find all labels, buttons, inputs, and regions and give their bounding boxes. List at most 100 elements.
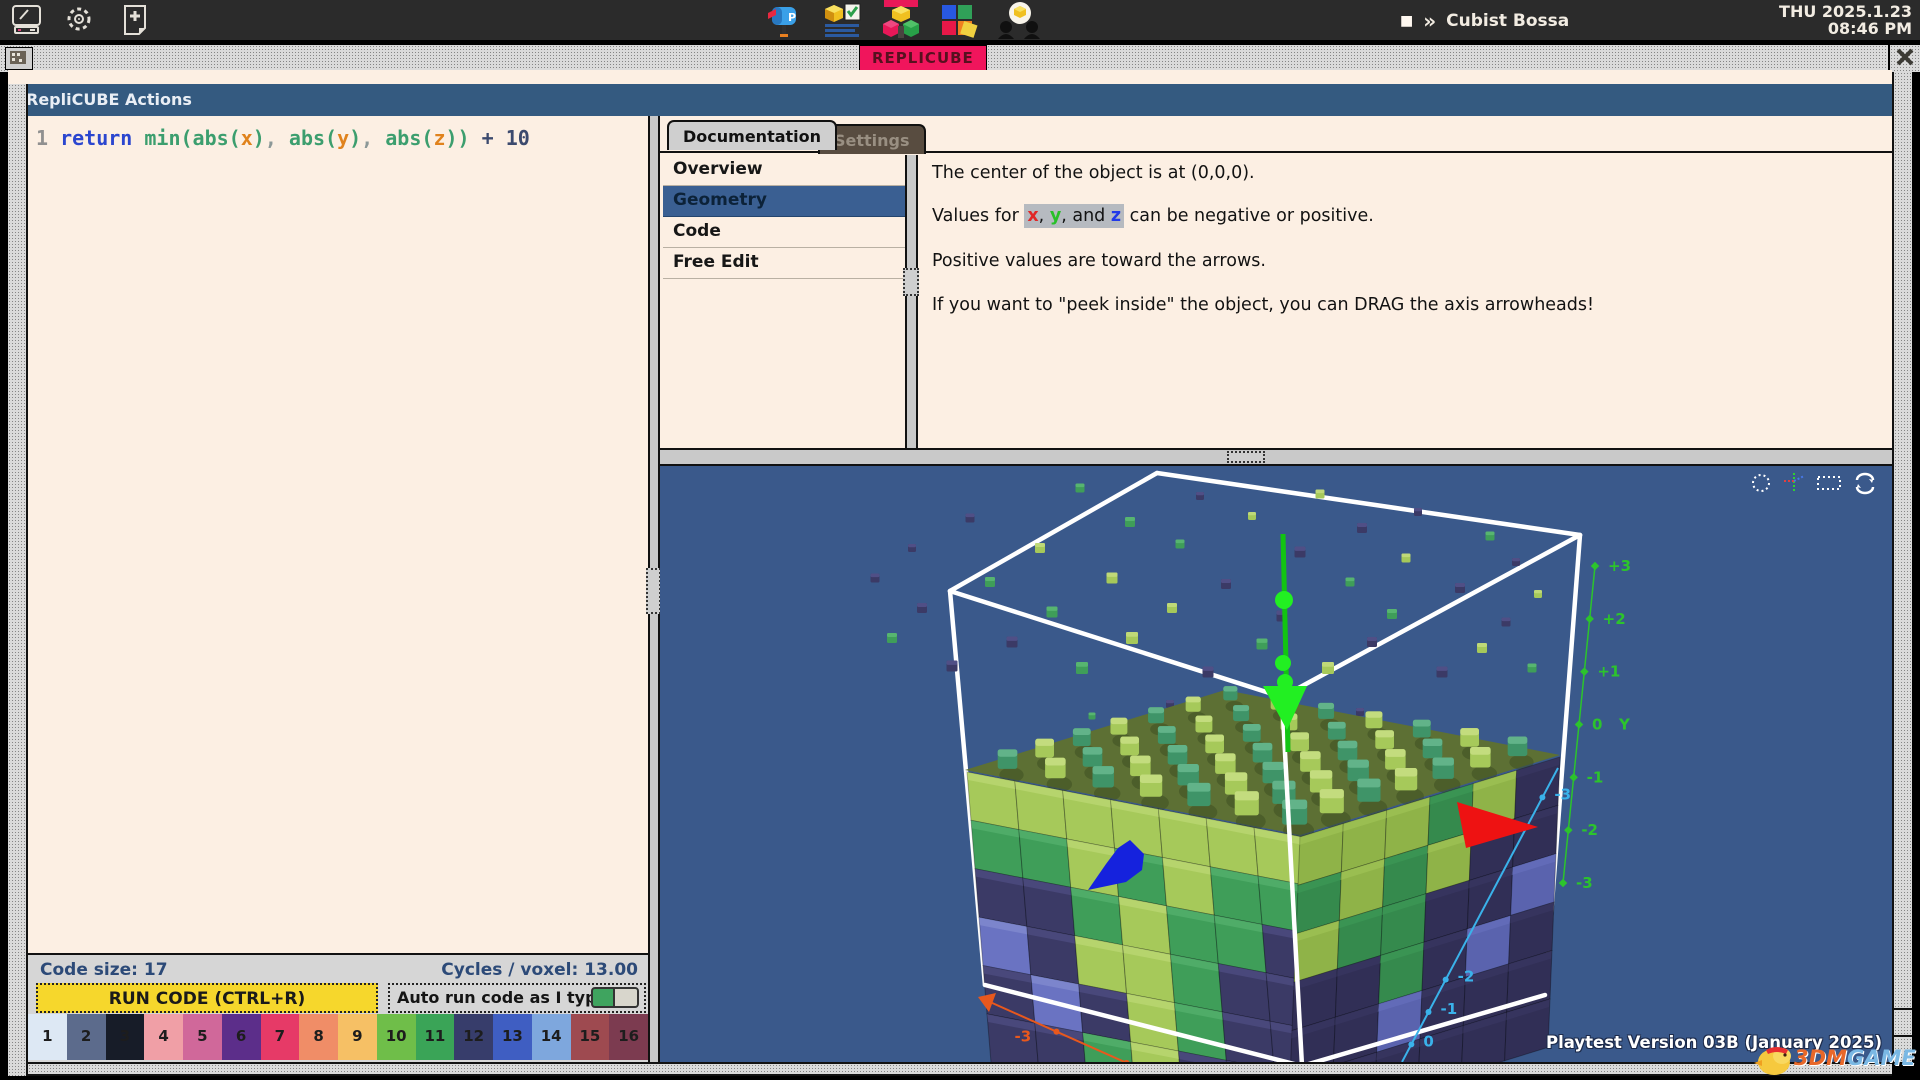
palette-swatch[interactable]: 14: [532, 1014, 571, 1060]
palette-swatch-number: 6: [222, 1027, 261, 1045]
task-cube-icon[interactable]: [820, 1, 864, 43]
doc-paragraph-3: Positive values are toward the arrows.: [932, 251, 1266, 271]
voxel-cube: [965, 686, 1560, 1062]
svg-text:-3: -3: [1576, 874, 1593, 892]
sidebar-item-free-edit[interactable]: Free Edit: [663, 248, 905, 279]
close-icon: [1890, 45, 1920, 70]
palette-swatch-number: 2: [67, 1027, 106, 1045]
line-number: 1: [36, 126, 48, 150]
autorun-toggle[interactable]: [591, 987, 639, 1008]
palette-swatch[interactable]: 16: [609, 1014, 648, 1060]
stop-icon[interactable]: ■: [1400, 13, 1413, 29]
code-line[interactable]: 1 return min(abs(x), abs(y), abs(z)) + 1…: [36, 126, 530, 150]
svg-text:0: 0: [1592, 716, 1602, 734]
orbit-view-icon[interactable]: [1749, 471, 1773, 495]
palette-swatch-number: 16: [609, 1027, 648, 1045]
watermark: 3DMGAME: [1752, 1038, 1917, 1078]
tab-documentation[interactable]: Documentation: [667, 120, 837, 150]
code-editor[interactable]: 1 return min(abs(x), abs(y), abs(z)) + 1…: [28, 116, 648, 953]
palette-swatch[interactable]: 6: [222, 1014, 261, 1060]
gear-icon[interactable]: [62, 4, 96, 40]
palette-swatch[interactable]: 8: [299, 1014, 338, 1060]
svg-text:Y: Y: [1618, 716, 1631, 734]
display-icon[interactable]: [10, 4, 44, 40]
reset-view-icon[interactable]: [1852, 471, 1878, 495]
left-scroll-strip[interactable]: [8, 84, 28, 1076]
palette-swatch-number: 7: [261, 1027, 300, 1045]
new-file-icon[interactable]: [118, 4, 152, 40]
palette-swatch[interactable]: 10: [377, 1014, 416, 1060]
clock-date: THU 2025.1.23: [1779, 3, 1912, 20]
autorun-group: Auto run code as I type: [388, 983, 646, 1013]
window-top-gap: [8, 70, 1892, 84]
panel-title: RepliCUBE Actions: [26, 90, 192, 109]
palette-swatch-number: 12: [454, 1027, 493, 1045]
doc-paragraph-4: If you want to "peek inside" the object,…: [932, 295, 1594, 315]
bounds-icon[interactable]: [1815, 471, 1843, 495]
sidebar-item-geometry[interactable]: Geometry: [663, 186, 905, 217]
toggle-knob: [613, 989, 637, 1006]
bottom-scroll-strip[interactable]: [28, 1062, 1892, 1076]
sidebar-item-overview[interactable]: Overview: [663, 155, 905, 186]
sidebar-item-code[interactable]: Code: [663, 217, 905, 248]
palette-swatch-number: 10: [377, 1027, 416, 1045]
system-bar: P ■ » Cubist Bossa THU 2025.1.23 08:46 P…: [0, 0, 1920, 40]
voxel-viewport[interactable]: +3+2+10Y-1-2-3-3-2-10-3-2 Playtest Versi…: [660, 466, 1892, 1062]
watermark-3dm: 3DM: [1794, 1046, 1847, 1070]
color-palette: 12345678910111213141516: [28, 1014, 648, 1060]
palette-swatch-number: 8: [299, 1027, 338, 1045]
clock-time: 08:46 PM: [1779, 20, 1912, 37]
viewport-toolbar: [1749, 471, 1878, 495]
close-button[interactable]: [1888, 45, 1920, 70]
cycles-label: Cycles / voxel: 13.00: [441, 960, 638, 980]
svg-text:+3: +3: [1608, 557, 1631, 575]
replicube-cubes-icon[interactable]: [878, 0, 924, 44]
svg-text:-2: -2: [1581, 821, 1598, 839]
palette-swatch-number: 4: [144, 1027, 183, 1045]
doc-paragraph-2: Values for x, y, and z can be negative o…: [932, 206, 1374, 226]
palette-swatch-number: 13: [493, 1027, 532, 1045]
code-size-label: Code size: 17: [40, 960, 168, 980]
mailbox-icon[interactable]: P: [762, 1, 806, 43]
palette-swatch-number: 11: [416, 1027, 455, 1045]
palette-swatch[interactable]: 4: [144, 1014, 183, 1060]
horizontal-splitter-handle[interactable]: [1227, 451, 1265, 463]
palette-swatch[interactable]: 5: [183, 1014, 222, 1060]
voxel-scene: +3+2+10Y-1-2-3-3-2-10-3-2: [660, 466, 1892, 1062]
palette-swatch[interactable]: 15: [571, 1014, 610, 1060]
palette-swatch-number: 9: [338, 1027, 377, 1045]
autorun-label: Auto run code as I type: [397, 988, 607, 1007]
screen: P ■ » Cubist Bossa THU 2025.1.23 08:46 P…: [0, 0, 1920, 1080]
palette-swatch[interactable]: 11: [416, 1014, 455, 1060]
clock: THU 2025.1.23 08:46 PM: [1779, 3, 1912, 37]
community-cube-icon[interactable]: [996, 1, 1040, 43]
palette-swatch[interactable]: 9: [338, 1014, 377, 1060]
palette-swatch[interactable]: 3: [106, 1014, 145, 1060]
docs-sidebar: Overview Geometry Code Free Edit: [663, 155, 905, 448]
skip-icon[interactable]: »: [1423, 9, 1436, 33]
palette-swatch-number: 3: [106, 1027, 145, 1045]
palette-swatch[interactable]: 2: [67, 1014, 106, 1060]
right-scroll-strip[interactable]: [1892, 72, 1912, 1062]
chick-mascot-icon: [1752, 1038, 1794, 1078]
doc-paragraph-1: The center of the object is at (0,0,0).: [932, 163, 1255, 183]
color-grid-icon[interactable]: [936, 1, 980, 43]
svg-text:-3: -3: [1554, 785, 1571, 803]
palette-swatch[interactable]: 12: [454, 1014, 493, 1060]
run-code-button[interactable]: RUN CODE (CTRL+R): [36, 983, 378, 1013]
svg-text:-3: -3: [1015, 1028, 1032, 1046]
vertical-splitter-handle[interactable]: [646, 568, 661, 614]
watermark-game: GAME: [1847, 1046, 1916, 1070]
palette-swatch[interactable]: 7: [261, 1014, 300, 1060]
sidebar-splitter[interactable]: [905, 155, 918, 448]
svg-text:-2: -2: [1085, 1059, 1102, 1062]
horizontal-splitter[interactable]: [660, 448, 1892, 466]
svg-text:-2: -2: [1458, 968, 1475, 986]
svg-text:-1: -1: [1587, 768, 1604, 786]
axes-icon[interactable]: [1782, 471, 1806, 495]
sidebar-splitter-handle[interactable]: [903, 268, 919, 296]
palette-swatch[interactable]: 13: [493, 1014, 532, 1060]
svg-text:+1: +1: [1597, 663, 1620, 681]
window-menu-button[interactable]: [5, 47, 33, 70]
palette-swatch[interactable]: 1: [28, 1014, 67, 1060]
